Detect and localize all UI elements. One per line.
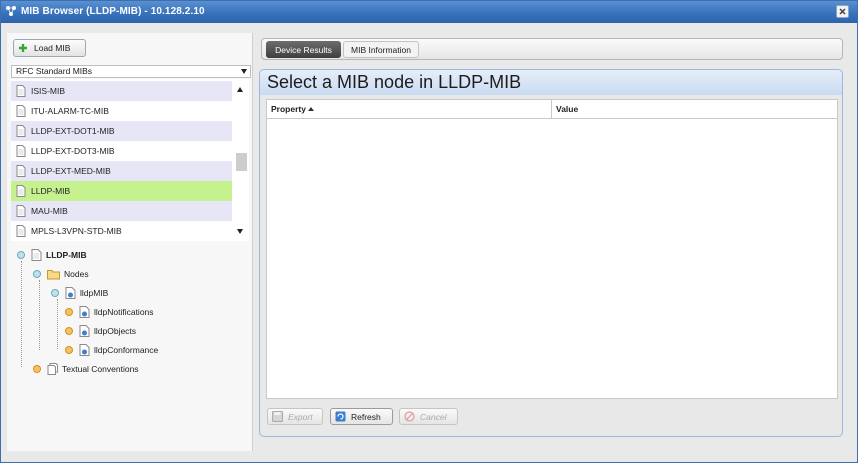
tree-node-textual-conventions[interactable]: Textual Conventions <box>33 363 139 375</box>
export-label: Export <box>288 411 313 422</box>
document-icon <box>16 145 26 157</box>
load-mib-button[interactable]: Load MIB <box>13 39 86 57</box>
mib-tree: LLDP-MIB Nodes lldpMIB lldpNotifications <box>7 245 253 445</box>
mib-list-scrollbar[interactable] <box>234 79 247 241</box>
scroll-up-icon[interactable] <box>237 87 243 92</box>
mib-object-icon <box>79 344 90 356</box>
sort-ascending-icon <box>307 107 314 111</box>
expand-toggle-icon[interactable] <box>65 308 73 316</box>
close-icon <box>839 8 846 15</box>
list-item[interactable]: ITU-ALARM-TC-MIB <box>11 101 232 121</box>
list-item-label: LLDP-EXT-DOT1-MIB <box>31 126 115 136</box>
list-item[interactable]: ISIS-MIB <box>11 81 232 101</box>
export-button[interactable]: Export <box>267 408 323 425</box>
tree-node-lldpobjects[interactable]: lldpObjects <box>65 325 136 337</box>
tree-node-label: Nodes <box>64 269 89 279</box>
mib-object-icon <box>79 306 90 318</box>
network-icon <box>6 6 16 16</box>
mib-object-icon <box>65 287 76 299</box>
result-tabs: Device Results MIB Information <box>261 38 843 60</box>
cancel-button[interactable]: Cancel <box>399 408 458 425</box>
properties-grid: Property Value <box>266 99 838 399</box>
document-icon <box>16 85 26 97</box>
tree-node-lldpnotifications[interactable]: lldpNotifications <box>65 306 154 318</box>
chevron-down-icon <box>241 69 247 74</box>
scrollbar-thumb[interactable] <box>236 153 247 171</box>
load-mib-label: Load MIB <box>34 43 71 53</box>
column-value[interactable]: Value <box>552 100 837 119</box>
document-icon <box>16 105 26 117</box>
tree-node-nodes[interactable]: Nodes <box>33 268 89 280</box>
column-property[interactable]: Property <box>267 100 552 119</box>
list-item-label: LLDP-MIB <box>31 186 71 196</box>
collapse-toggle-icon[interactable] <box>17 251 25 259</box>
tree-node-label: LLDP-MIB <box>46 250 87 260</box>
mib-object-icon <box>79 325 90 337</box>
document-icon <box>16 125 26 137</box>
list-item-selected[interactable]: LLDP-MIB <box>11 181 232 201</box>
mib-source-select[interactable]: RFC Standard MIBs <box>11 65 251 78</box>
tree-connector <box>39 280 40 350</box>
expand-toggle-icon[interactable] <box>33 365 41 373</box>
list-item[interactable]: LLDP-EXT-DOT1-MIB <box>11 121 232 141</box>
tab-device-results[interactable]: Device Results <box>266 41 341 58</box>
list-item-label: MPLS-L3VPN-STD-MIB <box>31 226 122 236</box>
plus-icon <box>19 44 27 52</box>
tab-mib-information[interactable]: MIB Information <box>343 41 419 58</box>
close-button[interactable] <box>836 5 849 18</box>
list-item[interactable]: MAU-MIB <box>11 201 232 221</box>
collapse-toggle-icon[interactable] <box>51 289 59 297</box>
refresh-button[interactable]: Refresh <box>330 408 393 425</box>
document-icon <box>31 249 42 261</box>
tree-node-label: lldpConformance <box>94 345 159 355</box>
grid-header: Property Value <box>267 100 837 119</box>
cancel-label: Cancel <box>420 411 447 422</box>
scroll-down-icon[interactable] <box>237 229 243 234</box>
list-item-label: ITU-ALARM-TC-MIB <box>31 106 109 116</box>
tree-connector <box>57 299 58 349</box>
expand-toggle-icon[interactable] <box>65 327 73 335</box>
documents-icon <box>47 363 58 375</box>
mib-list: ISIS-MIB ITU-ALARM-TC-MIB LLDP-EXT-DOT1-… <box>11 79 249 241</box>
document-icon <box>16 225 26 237</box>
results-panel: Select a MIB node in LLDP-MIB Property V… <box>259 69 843 437</box>
tree-node-label: lldpMIB <box>80 288 109 298</box>
tree-node-label: lldpObjects <box>94 326 137 336</box>
panel-heading: Select a MIB node in LLDP-MIB <box>260 70 842 95</box>
tree-connector <box>21 261 22 367</box>
collapse-toggle-icon[interactable] <box>33 270 41 278</box>
cancel-icon <box>404 411 415 422</box>
refresh-label: Refresh <box>351 411 381 422</box>
expand-toggle-icon[interactable] <box>65 346 73 354</box>
list-item[interactable]: MPLS-L3VPN-STD-MIB <box>11 221 232 241</box>
title-bar[interactable]: MIB Browser (LLDP-MIB) - 10.128.2.10 <box>1 1 857 23</box>
window-title: MIB Browser (LLDP-MIB) - 10.128.2.10 <box>21 6 205 17</box>
document-icon <box>16 165 26 177</box>
tree-node-lldpconformance[interactable]: lldpConformance <box>65 344 158 356</box>
column-value-label: Value <box>556 104 579 114</box>
column-property-label: Property <box>271 104 306 114</box>
list-item-label: ISIS-MIB <box>31 86 66 96</box>
tree-node-label: Textual Conventions <box>62 364 139 374</box>
list-item-label: MAU-MIB <box>31 206 68 216</box>
mib-navigation-panel: Load MIB RFC Standard MIBs ISIS-MIB ITU-… <box>7 33 253 451</box>
list-item-label: LLDP-EXT-MED-MIB <box>31 166 111 176</box>
list-item[interactable]: LLDP-EXT-DOT3-MIB <box>11 141 232 161</box>
tree-node-label: lldpNotifications <box>94 307 154 317</box>
document-icon <box>16 205 26 217</box>
mib-source-value: RFC Standard MIBs <box>16 66 93 76</box>
list-item[interactable]: LLDP-EXT-MED-MIB <box>11 161 232 181</box>
folder-icon <box>47 270 60 280</box>
tree-node-lldp-mib[interactable]: LLDP-MIB <box>17 249 87 261</box>
tree-node-lldpmib[interactable]: lldpMIB <box>51 287 108 299</box>
document-icon <box>16 185 26 197</box>
list-item-label: LLDP-EXT-DOT3-MIB <box>31 146 115 156</box>
refresh-icon <box>335 411 346 422</box>
mib-browser-window: MIB Browser (LLDP-MIB) - 10.128.2.10 Loa… <box>0 0 858 463</box>
disk-icon <box>272 411 283 422</box>
